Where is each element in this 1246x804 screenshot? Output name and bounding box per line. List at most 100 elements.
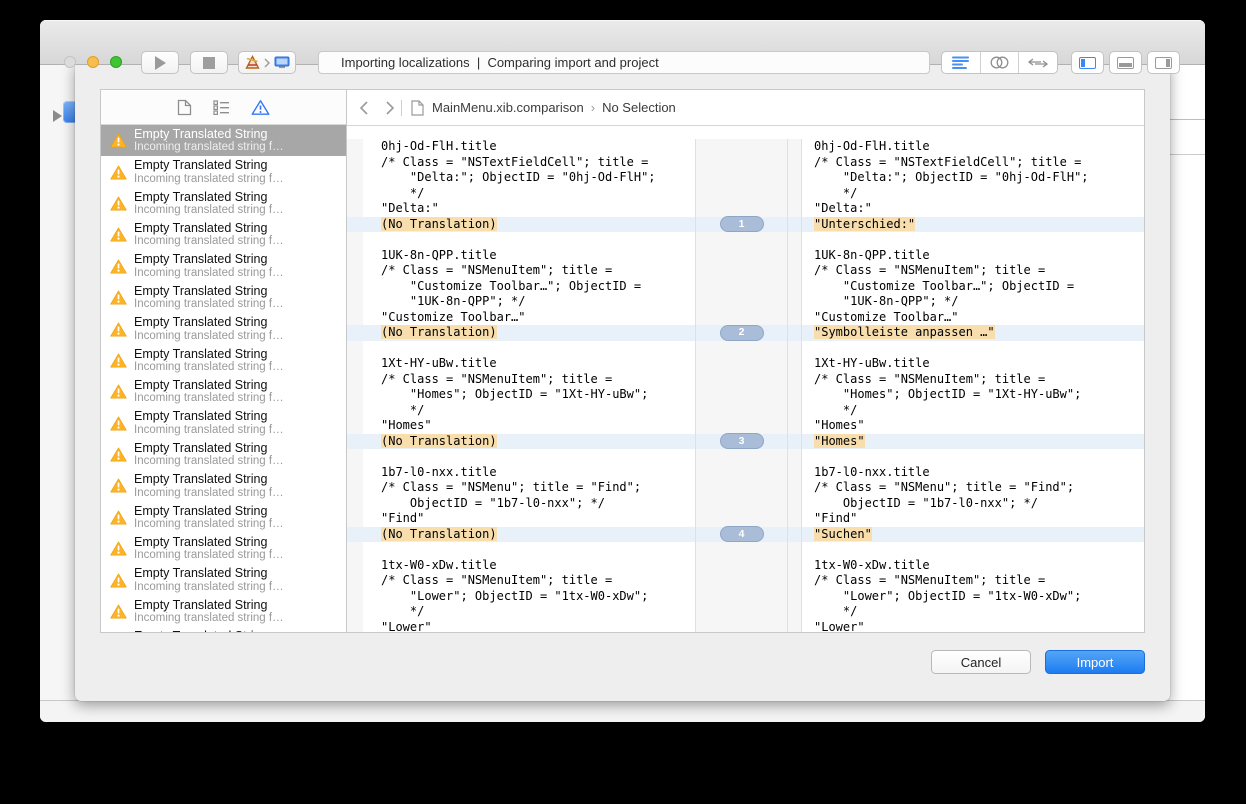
right-code-cell: "Unterschied:" <box>801 217 1144 233</box>
warning-list-item[interactable]: Empty Translated StringIncoming translat… <box>101 251 346 282</box>
cancel-button[interactable]: Cancel <box>931 650 1031 674</box>
warning-list-item[interactable]: Empty Translated StringIncoming translat… <box>101 282 346 313</box>
left-code-cell: "Homes"; ObjectID = "1Xt-HY-uBw"; <box>363 387 695 403</box>
left-gutter <box>347 232 363 248</box>
zoom-button[interactable] <box>110 56 122 68</box>
left-right-arrows-icon <box>1028 57 1048 69</box>
code-row: "Lower"; ObjectID = "1tx-W0-xDw"; "Lower… <box>347 589 1144 605</box>
code-row: "Delta:" "Delta:" <box>347 201 1144 217</box>
minimize-button[interactable] <box>87 56 99 68</box>
warning-triangle-icon <box>110 353 127 368</box>
right-code-cell: "Find" <box>801 511 1144 527</box>
scheme-selector[interactable] <box>238 51 296 74</box>
right-gutter <box>787 186 801 202</box>
version-editor-button[interactable] <box>1018 52 1057 73</box>
diff-change-row[interactable]: (No Translation)2"Symbolleiste anpassen … <box>347 325 1144 341</box>
diff-badge[interactable]: 2 <box>720 325 764 341</box>
tab-list-icon[interactable] <box>213 100 230 115</box>
warning-list-item[interactable]: Empty Translated StringIncoming translat… <box>101 439 346 470</box>
warning-title: Empty Translated String <box>134 378 284 392</box>
warning-list-item[interactable]: Empty Translated StringIncoming translat… <box>101 188 346 219</box>
stop-button[interactable] <box>190 51 228 74</box>
right-gutter <box>787 201 801 217</box>
breadcrumb-file[interactable]: MainMenu.xib.comparison <box>432 100 584 115</box>
right-gutter <box>787 372 801 388</box>
warning-subtitle: Incoming translated string f… <box>134 204 284 217</box>
left-code-cell: "Delta:" <box>363 201 695 217</box>
left-gutter <box>347 527 363 543</box>
disclosure-triangle-icon[interactable] <box>53 110 62 122</box>
comparison-main-pane: MainMenu.xib.comparison › No Selection 0… <box>347 90 1144 632</box>
diff-gutter <box>695 620 787 633</box>
diff-change-row[interactable]: (No Translation)4"Suchen" <box>347 527 1144 543</box>
warning-title: Empty Translated String <box>134 158 284 172</box>
left-code-cell: /* Class = "NSTextFieldCell"; title = <box>363 155 695 171</box>
right-code-cell: "Homes"; ObjectID = "1Xt-HY-uBw"; <box>801 387 1144 403</box>
diff-badge[interactable]: 3 <box>720 433 764 449</box>
diff-change-row[interactable]: (No Translation)3"Homes" <box>347 434 1144 450</box>
destination-device-icon <box>274 56 290 69</box>
tab-file-icon[interactable] <box>177 99 192 116</box>
code-row: */ */ <box>347 403 1144 419</box>
warning-title: Empty Translated String <box>134 566 284 580</box>
code-row: /* Class = "NSMenuItem"; title =/* Class… <box>347 573 1144 589</box>
close-button[interactable] <box>64 56 76 68</box>
left-code-cell: */ <box>363 604 695 620</box>
warning-title: Empty Translated String <box>134 598 284 612</box>
diff-gutter <box>695 232 787 248</box>
standard-editor-button[interactable] <box>942 52 980 73</box>
diff-badge[interactable]: 4 <box>720 526 764 542</box>
diff-gutter <box>695 573 787 589</box>
code-row: "Find""Find" <box>347 511 1144 527</box>
warning-list-item[interactable]: Empty Translated StringIncoming translat… <box>101 596 346 627</box>
navigator-filter-bar: + <box>40 700 1205 722</box>
left-code-cell: /* Class = "NSMenuItem"; title = <box>363 372 695 388</box>
forward-button[interactable] <box>386 101 395 115</box>
left-gutter <box>347 139 363 155</box>
diff-badge[interactable]: 1 <box>720 216 764 232</box>
left-gutter <box>347 542 363 558</box>
warning-subtitle: Incoming translated string f… <box>134 549 284 562</box>
warning-list-item[interactable]: Empty Translated StringIncoming translat… <box>101 219 346 250</box>
toggle-debug-area-button[interactable] <box>1109 51 1142 74</box>
code-row: "Delta:"; ObjectID = "0hj-Od-FlH"; "Delt… <box>347 170 1144 186</box>
right-gutter <box>787 341 801 357</box>
toggle-inspector-button[interactable] <box>1147 51 1180 74</box>
warning-list-item[interactable]: Empty Translated StringIncoming translat… <box>101 313 346 344</box>
right-gutter <box>787 263 801 279</box>
warning-list-item[interactable]: Empty Translated StringIncoming translat… <box>101 125 346 156</box>
left-code-cell: */ <box>363 186 695 202</box>
diff-gutter <box>695 263 787 279</box>
right-code-cell: /* Class = "NSMenu"; title = "Find"; <box>801 480 1144 496</box>
warning-list-item[interactable]: Empty Translated StringIncoming translat… <box>101 502 346 533</box>
right-gutter <box>787 294 801 310</box>
diff-change-row[interactable]: (No Translation)1"Unterschied:" <box>347 217 1144 233</box>
left-code-cell: (No Translation) <box>363 434 695 450</box>
warning-list-item[interactable]: Empty Translated StringIncoming translat… <box>101 156 346 187</box>
warning-list-item[interactable]: Empty Translated StringIncoming translat… <box>101 376 346 407</box>
right-gutter <box>787 310 801 326</box>
tab-warnings-icon[interactable] <box>251 99 270 116</box>
left-gutter <box>347 589 363 605</box>
toggle-navigator-button[interactable] <box>1071 51 1104 74</box>
left-code-cell: "Lower" <box>363 620 695 633</box>
back-button[interactable] <box>359 101 368 115</box>
right-code-cell: "Delta:" <box>801 201 1144 217</box>
warning-list-item[interactable]: Empty Translated StringIncoming translat… <box>101 408 346 439</box>
app-scheme-icon <box>245 55 260 70</box>
warning-list-item[interactable]: Empty Translated StringIncoming translat… <box>101 470 346 501</box>
left-gutter <box>347 201 363 217</box>
left-gutter <box>347 155 363 171</box>
warning-list-item[interactable]: Empty Translated StringIncoming translat… <box>101 345 346 376</box>
warning-list-item[interactable]: Empty Translated StringIncoming translat… <box>101 564 346 595</box>
left-gutter <box>347 310 363 326</box>
activity-status-field: Importing localizations | Comparing impo… <box>318 51 930 74</box>
warning-list-item[interactable]: Empty Translated StringIncoming translat… <box>101 627 346 632</box>
run-button[interactable] <box>141 51 179 74</box>
left-code-cell: "Customize Toolbar…"; ObjectID = <box>363 279 695 295</box>
assistant-editor-button[interactable] <box>980 52 1019 73</box>
warning-list-item[interactable]: Empty Translated StringIncoming translat… <box>101 533 346 564</box>
left-code-cell: "Delta:"; ObjectID = "0hj-Od-FlH"; <box>363 170 695 186</box>
import-button[interactable]: Import <box>1045 650 1145 674</box>
breadcrumb-selection[interactable]: No Selection <box>602 100 676 115</box>
